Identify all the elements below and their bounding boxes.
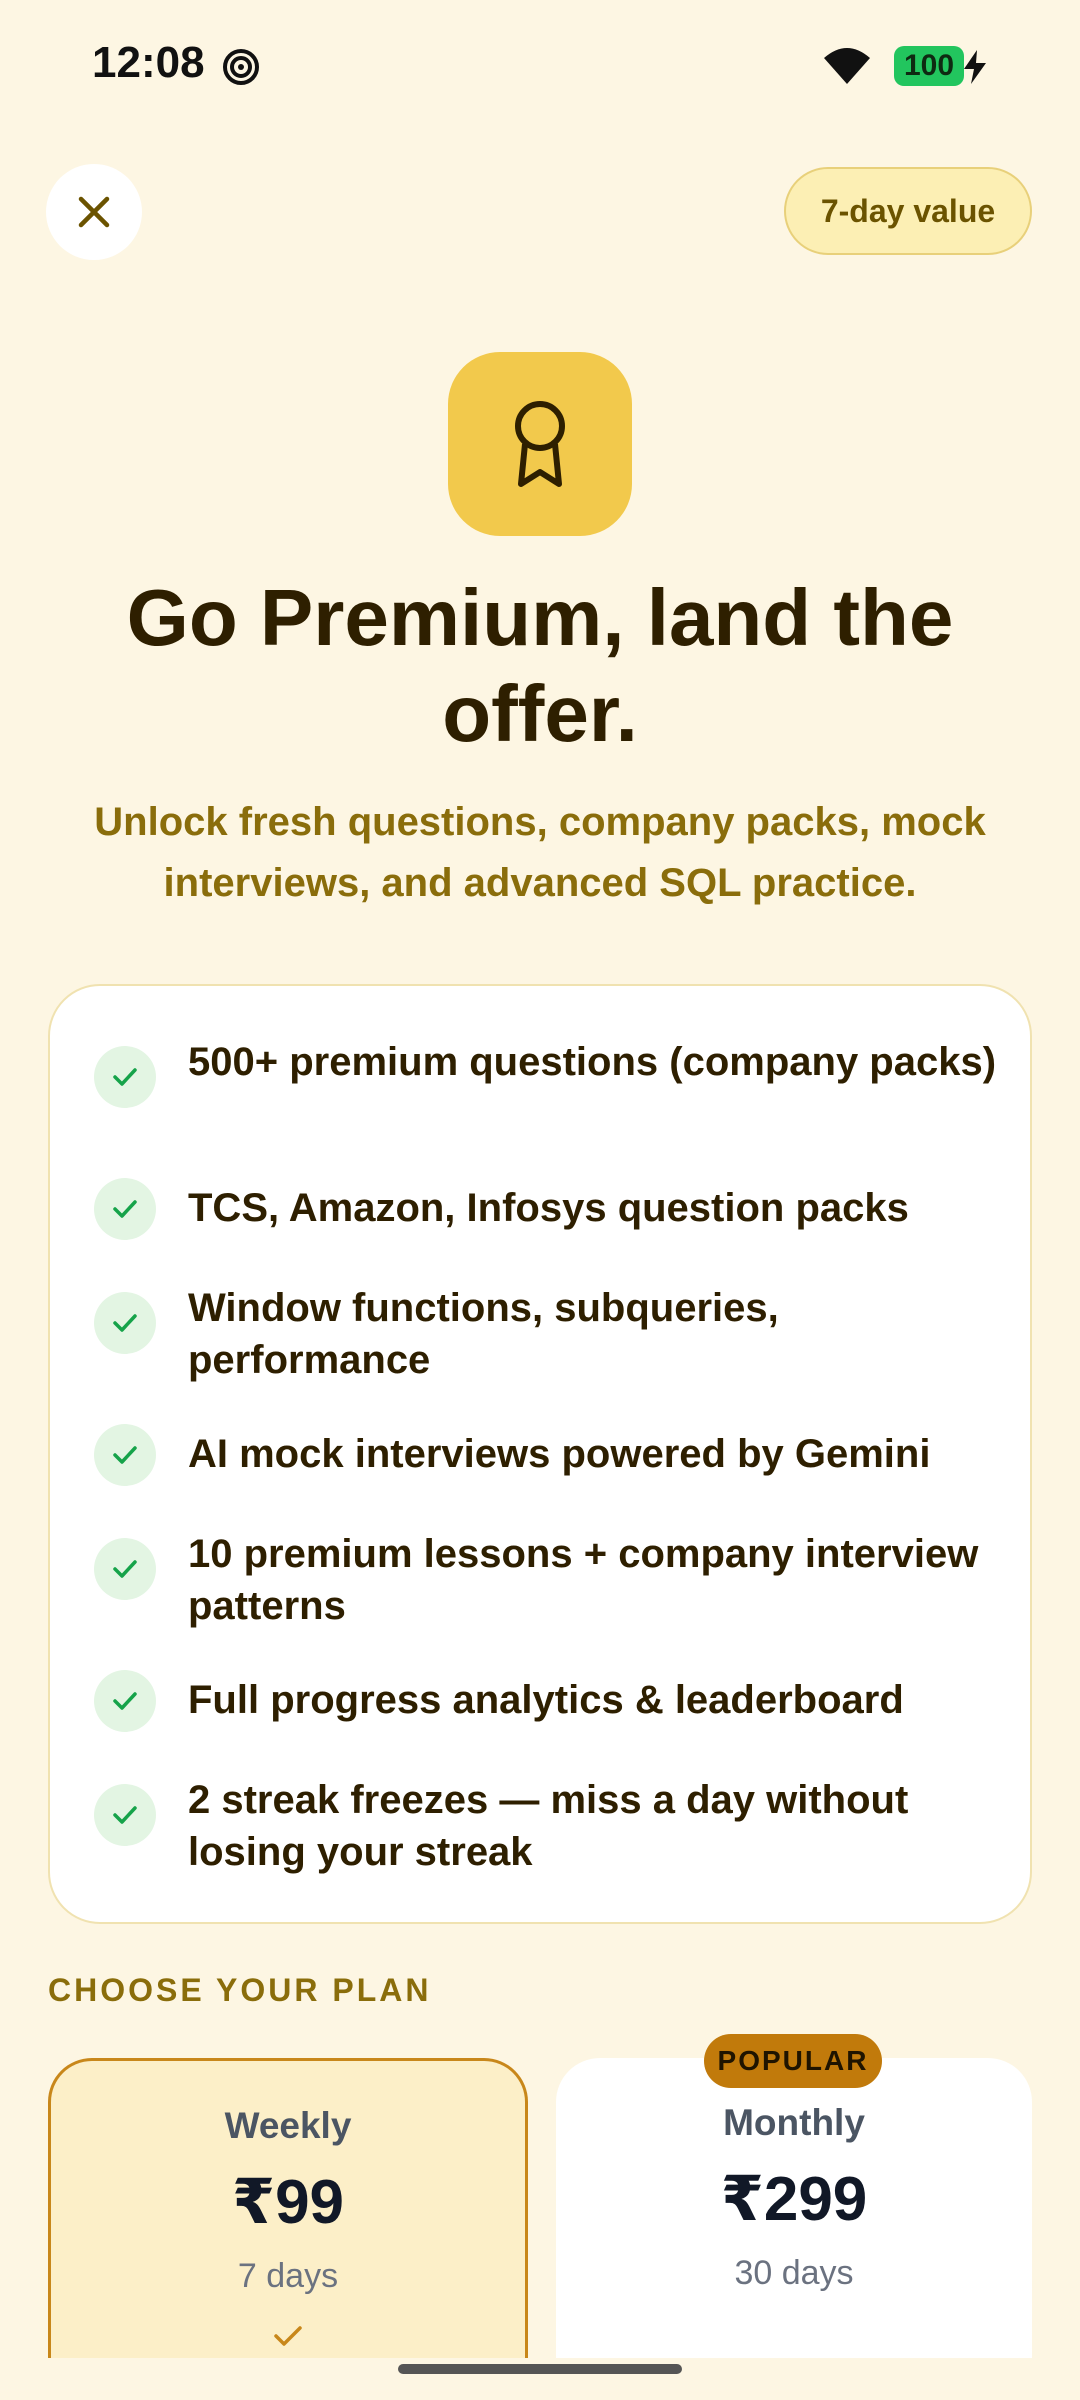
wifi-icon — [824, 48, 870, 84]
close-button[interactable] — [46, 164, 142, 260]
plan-card-monthly[interactable]: Monthly ₹299 30 days — [556, 2058, 1032, 2358]
plan-name: Weekly — [224, 2105, 352, 2146]
feature-text: 500+ premium questions (company packs) — [188, 1040, 997, 1084]
choose-plan-label: CHOOSE YOUR PLAN — [48, 1972, 432, 2008]
page-subtitle: Unlock fresh questions, company packs, m… — [94, 800, 986, 905]
close-icon — [78, 196, 110, 228]
check-icon — [94, 1670, 156, 1732]
feature-text: 2 streak freezes — miss a day without lo… — [188, 1778, 909, 1874]
status-time: 12:08 — [92, 38, 205, 87]
status-bar: 12:08 100 — [0, 0, 1080, 130]
feature-text: 10 premium lessons + company interview p… — [188, 1532, 979, 1628]
battery-indicator: 100 — [894, 46, 964, 86]
value-badge: 7-day value — [784, 167, 1032, 255]
plan-name: Monthly — [723, 2102, 865, 2143]
features-card: 500+ premium questions (company packs) T… — [48, 984, 1032, 1924]
battery-level: 100 — [903, 49, 955, 82]
check-icon — [94, 1784, 156, 1846]
home-indicator[interactable] — [398, 2364, 682, 2374]
feature-text: Full progress analytics & leaderboard — [188, 1678, 904, 1722]
check-icon — [94, 1538, 156, 1600]
check-icon — [94, 1046, 156, 1108]
plan-duration: 30 days — [734, 2254, 854, 2292]
award-ribbon-icon — [515, 401, 565, 487]
check-icon — [94, 1424, 156, 1486]
feature-text: AI mock interviews powered by Gemini — [188, 1432, 931, 1476]
selected-check-icon — [274, 2326, 302, 2346]
check-icon — [94, 1178, 156, 1240]
hero-award-tile — [448, 352, 632, 536]
spiral-icon — [223, 49, 259, 85]
plan-card-weekly[interactable]: Weekly ₹99 7 days — [48, 2058, 528, 2358]
feature-text: TCS, Amazon, Infosys question packs — [188, 1186, 909, 1230]
plan-price: ₹99 — [231, 2168, 345, 2237]
popular-badge: POPULAR — [704, 2034, 882, 2088]
plan-duration: 7 days — [237, 2257, 339, 2295]
page-title: Go Premium, land the offer. — [126, 573, 954, 758]
check-icon — [94, 1292, 156, 1354]
charging-bolt-icon — [964, 50, 986, 84]
plan-price: ₹299 — [720, 2165, 868, 2234]
feature-text: Window functions, subqueries, performanc… — [188, 1286, 779, 1382]
